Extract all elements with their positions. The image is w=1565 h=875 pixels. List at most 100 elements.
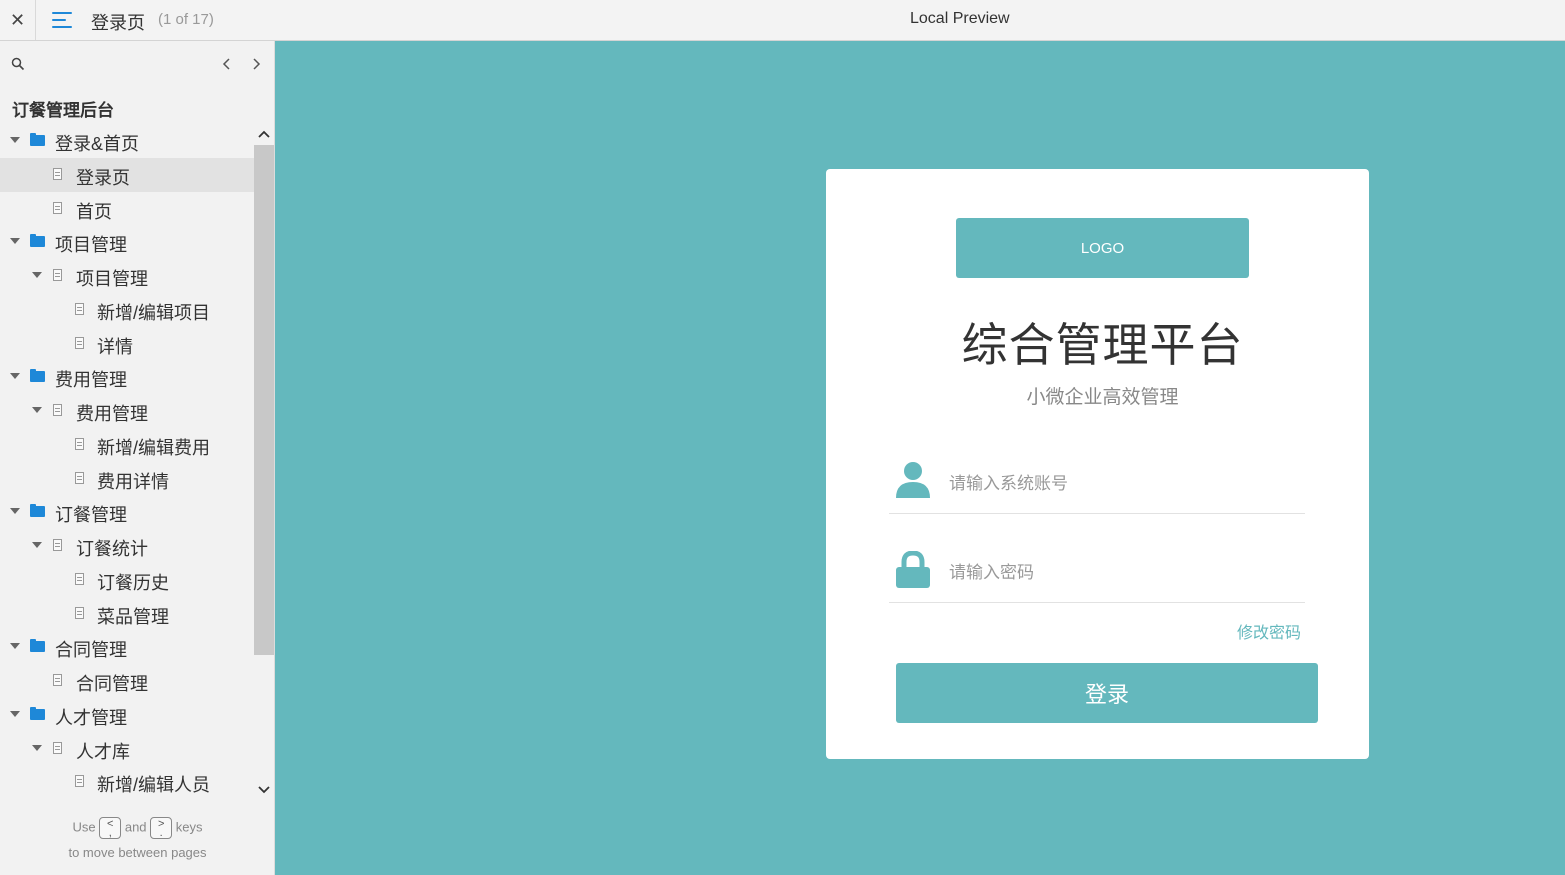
folder-icon [30, 133, 45, 146]
page-icon [75, 438, 84, 450]
page-icon [75, 607, 84, 619]
scroll-down-icon[interactable] [257, 783, 271, 797]
caret-down-icon[interactable] [32, 542, 42, 548]
keyboard-help: Use < , and > . keys to move between pag… [0, 817, 275, 860]
caret-down-icon[interactable] [32, 407, 42, 413]
page-icon [53, 202, 62, 214]
help-text: to move between pages [68, 845, 207, 860]
caret-down-icon[interactable] [32, 745, 42, 751]
caret-down-icon[interactable] [10, 373, 20, 379]
caret-down-icon[interactable] [10, 643, 20, 649]
close-button[interactable]: ✕ [0, 0, 36, 40]
tree-item-label: 登录页 [76, 168, 130, 188]
tree-item[interactable]: 登录&首页 [0, 124, 254, 158]
prev-key-icon: < , [99, 817, 122, 839]
tree-item-label: 费用管理 [76, 404, 148, 424]
folder-icon [30, 369, 45, 382]
page-icon [75, 573, 84, 585]
page-icon [75, 472, 84, 484]
search-icon[interactable] [11, 57, 25, 71]
tree-item[interactable]: 费用管理 [0, 394, 254, 428]
caret-down-icon[interactable] [10, 137, 20, 143]
tree-item[interactable]: 登录页 [0, 158, 254, 192]
page-icon [53, 539, 62, 551]
scrollbar[interactable] [254, 130, 274, 801]
tree-item[interactable]: 订餐管理 [0, 495, 254, 529]
folder-icon [30, 639, 45, 652]
password-field [889, 542, 1305, 604]
folder-icon [30, 504, 45, 517]
tree-item[interactable]: 项目管理 [0, 225, 254, 259]
tree-item-label: 登录&首页 [55, 134, 140, 154]
close-icon: ✕ [9, 9, 26, 30]
sidebar: 订餐管理后台 登录&首页 登录页 首页 项目管理 项目管理 新增/编辑项目 详情 费用管理 费用… [0, 41, 275, 875]
previous-page-button[interactable] [218, 55, 236, 73]
tree-item-label: 项目管理 [55, 235, 127, 255]
tree-item[interactable]: 详情 [0, 327, 254, 361]
tree-item-label: 订餐历史 [97, 573, 169, 593]
page-icon [53, 674, 62, 686]
tree-item[interactable]: 订餐历史 [0, 563, 254, 597]
logo: LOGO [956, 218, 1249, 278]
tree-item-label: 首页 [76, 202, 112, 222]
top-bar: ✕ 登录页 (1 of 17) Local Preview [0, 0, 1565, 41]
account-field [889, 453, 1305, 515]
next-page-button[interactable] [247, 55, 265, 73]
tree-item[interactable]: 项目管理 [0, 259, 254, 293]
page-icon [53, 168, 62, 180]
tree-item[interactable]: 合同管理 [0, 664, 254, 698]
caret-down-icon[interactable] [10, 711, 20, 717]
tree-item[interactable]: 人才管理 [0, 698, 254, 732]
tree-item-label: 项目管理 [76, 269, 148, 289]
tree-item-label: 费用管理 [55, 370, 127, 390]
platform-title: 综合管理平台 [961, 319, 1244, 371]
chevron-right-icon [253, 58, 261, 70]
account-input[interactable] [947, 453, 1291, 515]
tree-item-label: 新增/编辑项目 [97, 303, 211, 323]
tree-item-label: 人才管理 [55, 708, 127, 728]
project-title: 订餐管理后台 [12, 101, 114, 120]
tree-item-label: 新增/编辑人员 [97, 775, 211, 795]
page-icon [75, 337, 84, 349]
page-count: (1 of 17) [158, 11, 214, 28]
scroll-up-icon[interactable] [257, 127, 271, 141]
change-password-link[interactable]: 修改密码 [1237, 619, 1301, 643]
tree-item-label: 详情 [97, 337, 133, 357]
tree-item-label: 合同管理 [76, 674, 148, 694]
folder-icon [30, 234, 45, 247]
tree-item[interactable]: 费用管理 [0, 360, 254, 394]
folder-icon [30, 707, 45, 720]
tree-item[interactable]: 首页 [0, 192, 254, 226]
tree-item-label: 菜品管理 [97, 607, 169, 627]
login-card: LOGO 综合管理平台 小微企业高效管理 修改密码 登录 [826, 169, 1369, 759]
page-icon [53, 404, 62, 416]
platform-subtitle: 小微企业高效管理 [1026, 387, 1179, 408]
current-page-title: 登录页 [91, 13, 145, 33]
page-icon [75, 303, 84, 315]
tree-item[interactable]: 人才库 [0, 732, 254, 766]
login-button[interactable]: 登录 [896, 663, 1318, 723]
page-icon [53, 742, 62, 754]
lock-icon [896, 551, 930, 588]
tree-item-label: 费用详情 [97, 472, 169, 492]
caret-down-icon[interactable] [10, 238, 20, 244]
next-key-icon: > . [150, 817, 173, 839]
page-icon [75, 775, 84, 787]
user-icon [896, 462, 930, 498]
tree-item[interactable]: 费用详情 [0, 462, 254, 496]
tree-item[interactable]: 新增/编辑费用 [0, 428, 254, 462]
page-icon [53, 269, 62, 281]
menu-icon[interactable] [52, 9, 74, 31]
tree-item[interactable]: 新增/编辑项目 [0, 293, 254, 327]
tree-item-label: 合同管理 [55, 640, 127, 660]
caret-down-icon[interactable] [32, 272, 42, 278]
tree-item[interactable]: 新增/编辑人员 [0, 765, 254, 799]
tree-item-label: 人才库 [76, 742, 130, 762]
tree-item-label: 新增/编辑费用 [97, 438, 211, 458]
caret-down-icon[interactable] [10, 508, 20, 514]
scrollbar-thumb[interactable] [254, 145, 274, 655]
password-input[interactable] [947, 542, 1291, 604]
tree-item[interactable]: 合同管理 [0, 630, 254, 664]
tree-item[interactable]: 菜品管理 [0, 597, 254, 631]
tree-item[interactable]: 订餐统计 [0, 529, 254, 563]
